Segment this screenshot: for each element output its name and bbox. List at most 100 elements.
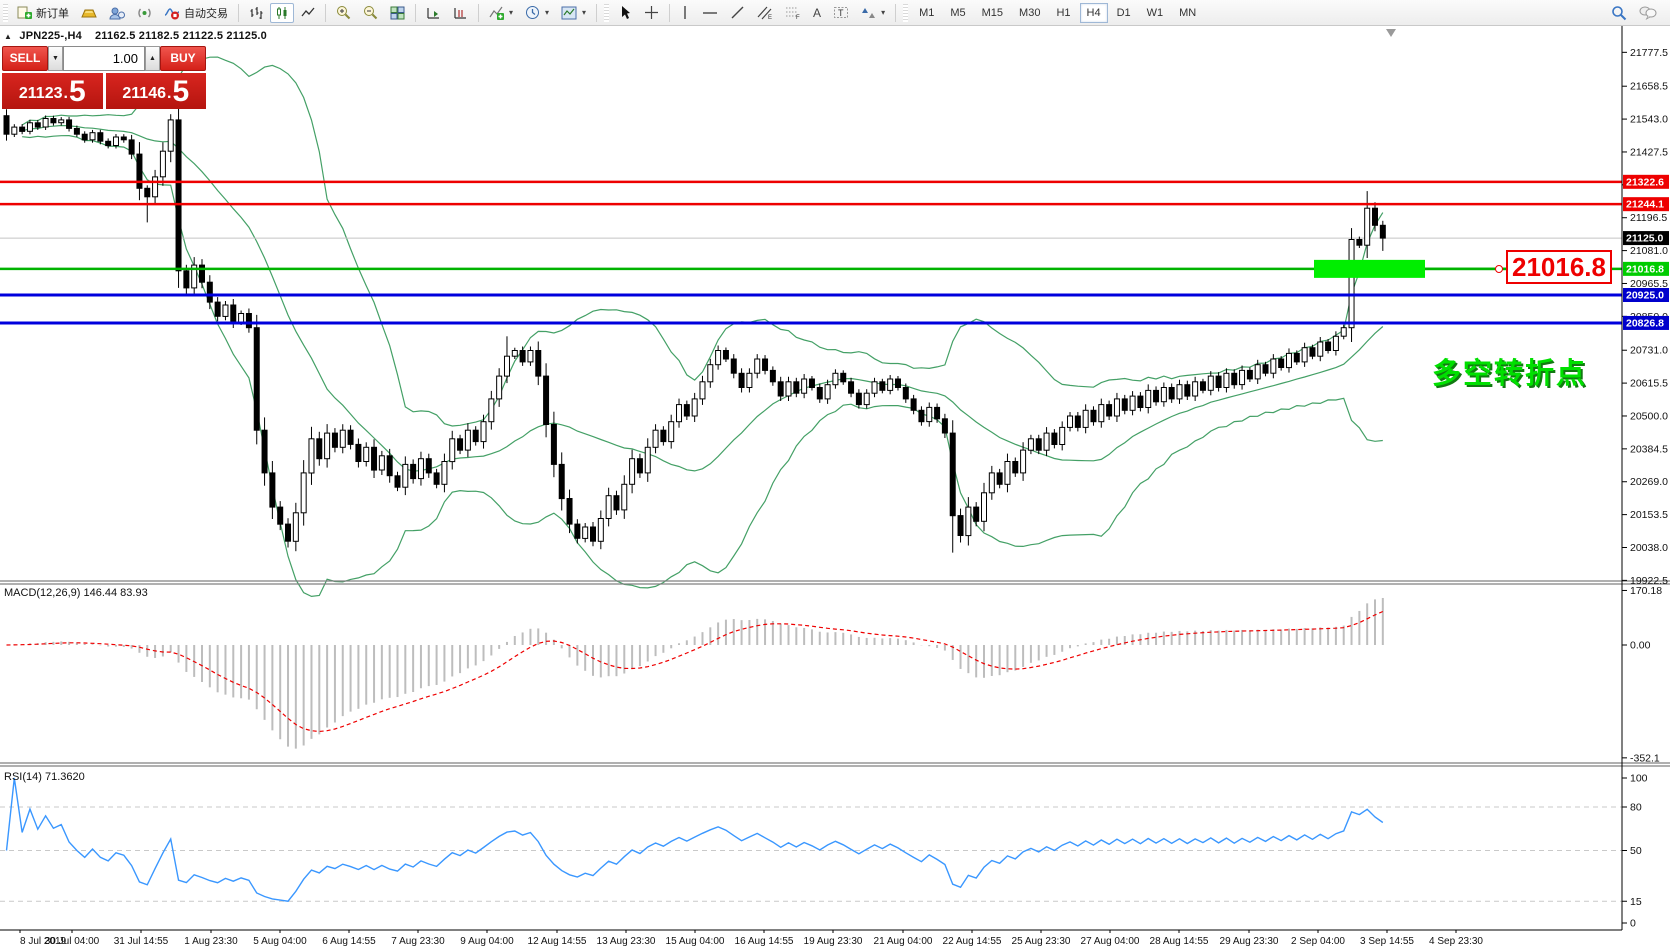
candle (527, 350, 534, 363)
chat-button[interactable] (1634, 2, 1662, 23)
cloud-user-icon (109, 7, 125, 19)
toolbar-separator (895, 3, 897, 22)
tab-timeframe-h1[interactable]: H1 (1049, 3, 1077, 23)
collapse-triangle-icon[interactable]: ▲ (4, 32, 12, 41)
tab-timeframe-w1[interactable]: W1 (1140, 3, 1171, 23)
support-price-callout[interactable]: 21016.8 (1506, 250, 1612, 284)
toolbar-separator (669, 3, 671, 22)
label-tool-button[interactable]: T (828, 2, 854, 23)
signals-button[interactable] (132, 3, 157, 23)
candle (159, 150, 166, 178)
tab-timeframe-m1[interactable]: M1 (912, 3, 941, 23)
shapes-tool-button[interactable]: ▾ (856, 3, 890, 23)
candle (1372, 207, 1378, 226)
candle (183, 270, 190, 289)
auto-scroll-button[interactable] (421, 3, 446, 23)
vertical-line-tool-button[interactable] (675, 2, 695, 23)
time-tick-label: 19 Aug 23:30 (804, 936, 863, 947)
tab-timeframe-m15[interactable]: M15 (975, 3, 1010, 23)
zoom-in-button[interactable] (331, 2, 356, 23)
candle (511, 350, 518, 357)
chart-shift-button[interactable] (448, 3, 473, 23)
time-tick-label: 4 Sep 23:30 (1429, 936, 1483, 947)
toolbar-grip[interactable] (604, 3, 610, 22)
candle (808, 378, 815, 388)
candle (81, 133, 88, 141)
equidistant-channel-icon: E (757, 6, 772, 20)
price-marker-text: 21322.6 (1626, 176, 1664, 188)
tab-timeframe-mn[interactable]: MN (1172, 3, 1203, 23)
buy-price-display[interactable]: 21146 . 5 (105, 73, 206, 109)
line-chart-button[interactable] (296, 3, 320, 23)
trendline-tool-button[interactable] (725, 2, 750, 23)
bar-chart-button[interactable] (244, 3, 268, 23)
time-tick-label: 27 Aug 04:00 (1081, 936, 1140, 947)
candle (1059, 426, 1066, 445)
cursor-tool-button[interactable] (613, 2, 637, 23)
new-order-button[interactable]: 新订单 (12, 2, 74, 24)
tab-timeframe-d1[interactable]: D1 (1110, 3, 1138, 23)
candle (941, 418, 948, 434)
autotrading-button[interactable]: 自动交易 (159, 2, 233, 24)
zoom-out-button[interactable] (358, 2, 383, 23)
candle (1270, 358, 1277, 374)
candle (855, 392, 862, 406)
toolbar-grip[interactable] (903, 3, 909, 22)
candle (1223, 372, 1230, 388)
candle (66, 119, 73, 129)
community-button[interactable] (104, 3, 130, 23)
deposit-button[interactable] (76, 3, 102, 23)
tile-windows-button[interactable] (385, 3, 410, 23)
candle (144, 187, 151, 198)
main-toolbar: 新订单 自动交易 ▾ ▾ ▾ E F A T ▾ M1 M5 M15 M30 H… (0, 0, 1670, 26)
channel-tool-button[interactable]: E (752, 2, 778, 23)
candle (261, 429, 268, 474)
tab-timeframe-h4[interactable]: H4 (1079, 2, 1108, 23)
toolbar-grip[interactable] (3, 3, 8, 22)
candle (691, 398, 698, 417)
volume-up-button[interactable]: ▲ (145, 46, 160, 71)
candle (89, 132, 96, 141)
candle (957, 515, 964, 536)
buy-button[interactable]: BUY (160, 46, 206, 71)
candle (1160, 387, 1167, 403)
candle (167, 119, 174, 152)
candle (457, 438, 464, 451)
volume-down-button[interactable]: ▼ (48, 46, 63, 71)
candle (981, 492, 987, 522)
tab-timeframe-m5[interactable]: M5 (943, 3, 972, 23)
candle (1145, 389, 1152, 408)
candle (1246, 369, 1253, 380)
candle (722, 350, 729, 360)
text-tool-button[interactable]: A (808, 3, 826, 23)
sell-button[interactable]: SELL (2, 46, 48, 71)
rsi-tick-label: 50 (1630, 845, 1642, 857)
gold-ingot-icon (81, 9, 97, 17)
candle (292, 512, 299, 542)
time-tick-label: 1 Aug 23:30 (184, 936, 238, 947)
candle-chart-button[interactable] (270, 2, 294, 23)
templates-button[interactable]: ▾ (556, 3, 591, 23)
chart-canvas[interactable]: 21777.521658.521543.021427.521312.021196… (0, 0, 1670, 951)
candle (1113, 398, 1120, 417)
sell-price-display[interactable]: 21123 . 5 (2, 73, 103, 109)
candle (918, 409, 925, 423)
candle (605, 495, 612, 520)
fibonacci-tool-button[interactable]: F (780, 2, 806, 23)
candle (1090, 409, 1097, 423)
candle (363, 446, 370, 462)
periods-button[interactable]: ▾ (520, 2, 554, 23)
candle (699, 381, 706, 400)
search-button[interactable] (1606, 2, 1632, 24)
price-tick-label: 21427.5 (1630, 146, 1668, 158)
candle (441, 461, 448, 485)
horizontal-line-tool-button[interactable] (697, 5, 723, 21)
tab-timeframe-m30[interactable]: M30 (1012, 3, 1047, 23)
volume-input[interactable] (63, 46, 145, 71)
candle (1137, 395, 1144, 409)
crosshair-tool-button[interactable] (639, 2, 664, 23)
indicators-button[interactable]: ▾ (484, 3, 518, 23)
turning-point-annotation: 多空转折点 (1432, 358, 1588, 390)
time-tick-label: 22 Aug 14:55 (943, 936, 1002, 947)
candle (652, 429, 659, 448)
